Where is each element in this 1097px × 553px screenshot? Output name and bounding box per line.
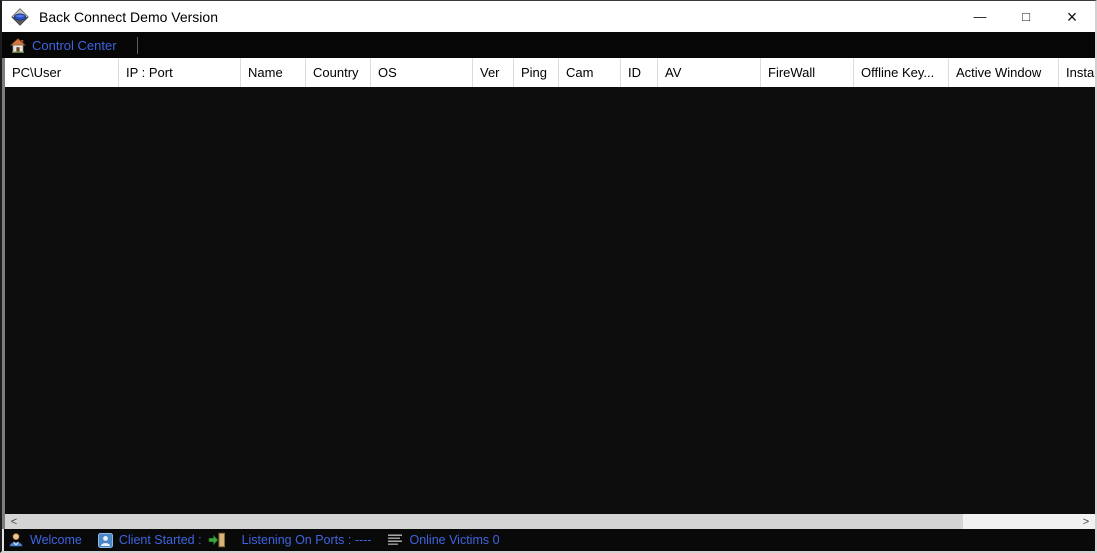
column-header-ip-port[interactable]: IP : Port [119, 58, 241, 87]
welcome-label: Welcome [30, 533, 82, 547]
app-window: Back Connect Demo Version — □ × [0, 0, 1097, 553]
window-controls: — □ × [957, 1, 1095, 32]
scrollbar-track[interactable] [963, 514, 1077, 529]
menu-separator [137, 37, 138, 54]
welcome-panel: Welcome [8, 532, 82, 548]
statusbar: Welcome Client Started : Listening O [2, 529, 1095, 551]
menubar: Control Center [2, 32, 1095, 58]
app-diamond-icon [11, 8, 29, 26]
column-header-install[interactable]: Insta [1059, 58, 1095, 87]
table-header: PC\User IP : Port Name Country OS Ver Pi… [5, 58, 1095, 87]
scroll-left-button[interactable]: < [5, 514, 23, 529]
victims-list-icon [387, 534, 403, 546]
scroll-left-icon: < [11, 516, 17, 528]
column-header-pc-user[interactable]: PC\User [5, 58, 119, 87]
client-started-label: Client Started : [119, 533, 202, 547]
listening-ports-label: Listening On Ports : ---- [242, 533, 372, 547]
minimize-icon: — [974, 10, 987, 23]
column-header-av[interactable]: AV [658, 58, 761, 87]
victims-list-body [5, 87, 1095, 514]
welcome-user-icon [8, 532, 24, 548]
scroll-right-icon: > [1083, 516, 1089, 528]
window-title: Back Connect Demo Version [39, 9, 218, 25]
horizontal-scrollbar: < > [5, 514, 1095, 529]
home-icon [10, 38, 26, 53]
maximize-icon: □ [1022, 10, 1030, 23]
close-icon: × [1067, 8, 1078, 26]
victims-list-region: PC\User IP : Port Name Country OS Ver Pi… [2, 58, 1095, 529]
column-header-cam[interactable]: Cam [559, 58, 621, 87]
menu-item-control-center[interactable]: Control Center [8, 36, 125, 55]
client-user-icon [98, 533, 113, 548]
minimize-button[interactable]: — [957, 1, 1003, 32]
listening-door-icon [208, 532, 226, 548]
column-header-offline-key[interactable]: Offline Key... [854, 58, 949, 87]
column-header-firewall[interactable]: FireWall [761, 58, 854, 87]
client-started-panel: Client Started : [98, 532, 226, 548]
column-header-active-window[interactable]: Active Window [949, 58, 1059, 87]
column-header-id[interactable]: ID [621, 58, 658, 87]
scrollbar-thumb[interactable] [23, 514, 963, 529]
column-header-ver[interactable]: Ver [473, 58, 514, 87]
column-header-name[interactable]: Name [241, 58, 306, 87]
column-header-ping[interactable]: Ping [514, 58, 559, 87]
scroll-right-button[interactable]: > [1077, 514, 1095, 529]
menu-item-label: Control Center [32, 38, 117, 53]
maximize-button[interactable]: □ [1003, 1, 1049, 32]
titlebar: Back Connect Demo Version — □ × [2, 1, 1095, 32]
listening-ports-panel: Listening On Ports : ---- [236, 533, 372, 547]
online-victims-label: Online Victims 0 [409, 533, 499, 547]
close-button[interactable]: × [1049, 1, 1095, 32]
column-header-os[interactable]: OS [371, 58, 473, 87]
column-header-country[interactable]: Country [306, 58, 371, 87]
online-victims-panel: Online Victims 0 [379, 533, 499, 547]
